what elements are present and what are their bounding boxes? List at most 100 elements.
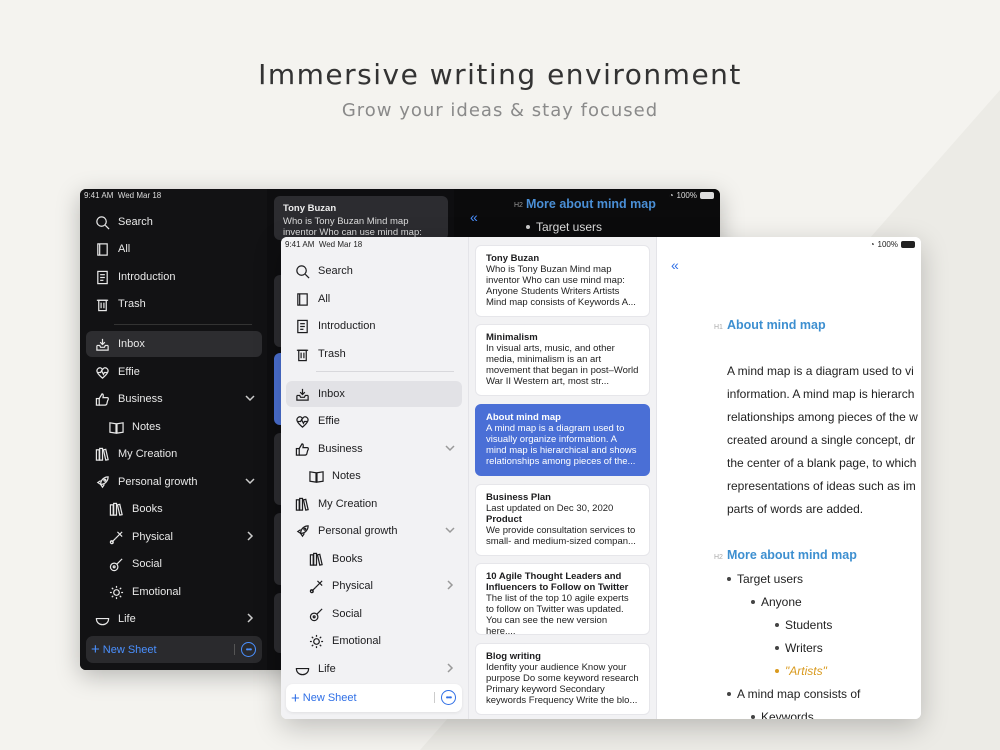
- sidebar-item-trash[interactable]: Trash: [286, 341, 462, 367]
- sun-icon: [108, 584, 124, 600]
- sun-icon: [308, 633, 324, 649]
- bowl-icon: [294, 661, 310, 677]
- status-battery: ◔ 100%: [870, 240, 915, 249]
- dark-sidebar-books[interactable]: Books: [86, 496, 262, 522]
- divider: [316, 371, 454, 372]
- chevron-down-icon[interactable]: [244, 475, 256, 487]
- sidebar-item-search[interactable]: Search: [286, 258, 462, 284]
- sheet-card-selected[interactable]: About mind map A mind map is a diagram u…: [475, 404, 650, 476]
- editor-paragraph-line: relationships among pieces of the w: [727, 410, 918, 424]
- sheet-card[interactable]: Business Plan Last updated on Dec 30, 20…: [475, 484, 650, 556]
- chevron-right-icon[interactable]: [244, 530, 256, 542]
- editor-bullet: Keywords: [751, 710, 814, 719]
- thumbs-up-icon: [94, 391, 110, 407]
- sidebar-item-books[interactable]: Books: [286, 546, 462, 572]
- dark-sidebar-effie[interactable]: Effie: [86, 359, 262, 385]
- dark-divider: [114, 324, 252, 325]
- dark-sidebar-emotional[interactable]: Emotional: [86, 579, 262, 605]
- book-icon: [294, 291, 310, 307]
- sidebar-item-social[interactable]: Social: [286, 601, 462, 627]
- dark-sheet-card[interactable]: Tony Buzan Who is Tony Buzan Mind map in…: [274, 196, 448, 240]
- editor-paragraph-line: the center of a blank page, to which: [727, 456, 917, 470]
- sheet-card[interactable]: 10 Agile Thought Leaders and Influencers…: [475, 563, 650, 635]
- dark-sidebar-personal-growth[interactable]: Personal growth: [86, 469, 262, 495]
- open-book-icon: [308, 468, 324, 484]
- dark-sidebar-all[interactable]: All: [86, 236, 262, 262]
- dark-status-time: 9:41 AM Wed Mar 18: [84, 191, 162, 200]
- editor-paragraph-line: representations of ideas such as im: [727, 479, 916, 493]
- sheet-list: Tony Buzan Who is Tony Buzan Mind map in…: [468, 237, 656, 719]
- dark-sidebar-physical[interactable]: Physical: [86, 524, 262, 550]
- dark-sidebar-my-creation[interactable]: My Creation: [86, 441, 262, 467]
- dark-sidebar-trash[interactable]: Trash: [86, 291, 262, 317]
- dark-sidebar: 9:41 AM Wed Mar 18 Search All Introducti…: [80, 189, 267, 670]
- editor-bullet: Target users: [526, 220, 602, 234]
- sidebar-item-my-creation[interactable]: My Creation: [286, 491, 462, 517]
- sidebar-item-physical[interactable]: Physical: [286, 573, 462, 599]
- dark-sidebar-introduction[interactable]: Introduction: [86, 264, 262, 290]
- sidebar-item-inbox[interactable]: Inbox: [286, 381, 462, 407]
- sidebar-item-business[interactable]: Business: [286, 436, 462, 462]
- rocket-icon: [294, 523, 310, 539]
- inbox-icon: [294, 386, 310, 402]
- sidebar-item-notes[interactable]: Notes: [286, 463, 462, 489]
- heading-level-tag: H1: [714, 324, 723, 331]
- heart-pulse-icon: [94, 364, 110, 380]
- editor-paragraph-line: parts of words are added.: [727, 502, 864, 516]
- sidebar-item-life[interactable]: Life: [286, 656, 462, 682]
- dark-sidebar-search[interactable]: Search: [86, 209, 262, 235]
- editor-bullet-highlighted: "Artists": [775, 664, 827, 678]
- guitar-icon: [108, 556, 124, 572]
- editor-paragraph-line: A mind map is a diagram used to vi: [727, 364, 914, 378]
- thumbs-up-icon: [294, 441, 310, 457]
- editor-heading: More about mind map: [526, 197, 656, 211]
- chevron-down-icon[interactable]: [444, 524, 456, 536]
- wifi-icon: ◔: [869, 240, 875, 249]
- hero-title: Immersive writing environment: [258, 58, 742, 91]
- chevron-right-icon[interactable]: [444, 579, 456, 591]
- books-icon: [308, 551, 324, 567]
- separator: [434, 692, 435, 703]
- dark-sidebar-notes[interactable]: Notes: [86, 414, 262, 440]
- editor[interactable]: ◔ 100% « H1 About mind map A mind map is…: [656, 237, 921, 719]
- sidebar-item-effie[interactable]: Effie: [286, 408, 462, 434]
- dark-new-sheet-button[interactable]: + New Sheet •••: [86, 636, 262, 663]
- sheet-card[interactable]: Tony Buzan Who is Tony Buzan Mind map in…: [475, 245, 650, 317]
- chevron-down-icon[interactable]: [444, 442, 456, 454]
- dark-status-battery: ◔ 100%: [669, 191, 714, 200]
- trash-icon: [94, 296, 110, 312]
- more-icon[interactable]: •••: [241, 642, 256, 657]
- hero-subtitle: Grow your ideas & stay focused: [341, 100, 659, 121]
- sidebar-item-emotional[interactable]: Emotional: [286, 628, 462, 654]
- heart-pulse-icon: [294, 413, 310, 429]
- editor-h1: About mind map: [727, 318, 826, 332]
- inbox-icon: [94, 336, 110, 352]
- dark-sidebar-life[interactable]: Life: [86, 606, 262, 632]
- heading-level-tag: H2: [714, 554, 723, 561]
- light-device: 9:41 AM Wed Mar 18 Search All Introducti…: [281, 237, 921, 719]
- editor-paragraph-line: information. A mind map is hierarch: [727, 387, 915, 401]
- editor-bullet: Anyone: [751, 595, 802, 609]
- dark-sidebar-social[interactable]: Social: [86, 551, 262, 577]
- sheet-card[interactable]: Minimalism In visual arts, music, and ot…: [475, 324, 650, 396]
- new-sheet-button[interactable]: + New Sheet •••: [286, 684, 462, 712]
- more-icon[interactable]: •••: [441, 690, 456, 705]
- dark-sidebar-business[interactable]: Business: [86, 386, 262, 412]
- chevron-down-icon[interactable]: [244, 392, 256, 404]
- collapse-sidebar-icon[interactable]: «: [671, 257, 679, 273]
- plus-icon: +: [91, 641, 100, 658]
- editor-paragraph-line: created around a single concept, dr: [727, 433, 916, 447]
- sidebar-item-introduction[interactable]: Introduction: [286, 313, 462, 339]
- dark-sidebar-inbox[interactable]: Inbox: [86, 331, 262, 357]
- books-icon: [294, 496, 310, 512]
- collapse-sidebar-icon[interactable]: «: [470, 209, 478, 225]
- rocket-icon: [94, 474, 110, 490]
- sidebar-item-personal-growth[interactable]: Personal growth: [286, 518, 462, 544]
- bowl-icon: [94, 611, 110, 627]
- sheet-card[interactable]: Blog writing Idenfity your audience Know…: [475, 643, 650, 715]
- editor-bullet: Target users: [727, 572, 803, 586]
- chevron-right-icon[interactable]: [444, 662, 456, 674]
- wifi-icon: ◔: [668, 191, 674, 200]
- chevron-right-icon[interactable]: [244, 612, 256, 624]
- sidebar-item-all[interactable]: All: [286, 286, 462, 312]
